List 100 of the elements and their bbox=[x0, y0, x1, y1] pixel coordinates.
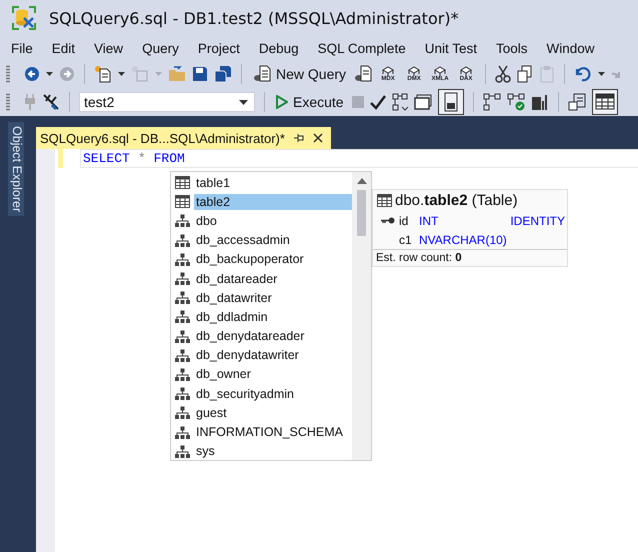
plug-icon bbox=[24, 93, 36, 111]
hierarchy-icon bbox=[175, 406, 190, 420]
completion-item[interactable]: INFORMATION_SCHEMA bbox=[194, 424, 352, 440]
window-title: SQLQuery6.sql - DB1.test2 (MSSQL\Administrator)* bbox=[49, 8, 459, 28]
app-logo-icon bbox=[11, 5, 37, 31]
hierarchy-icon bbox=[175, 426, 190, 439]
caret-icon bbox=[239, 100, 248, 104]
menu-item[interactable]: Edit bbox=[52, 40, 76, 56]
plan-diagram-icon[interactable] bbox=[392, 93, 408, 111]
menu-item[interactable]: Project bbox=[198, 40, 240, 56]
code-token: * bbox=[138, 151, 146, 166]
table-icon bbox=[175, 176, 190, 190]
menu-item[interactable]: View bbox=[94, 40, 124, 56]
completion-item[interactable]: sys bbox=[194, 443, 352, 460]
column-name: id bbox=[399, 214, 410, 228]
completion-item[interactable]: table2 bbox=[194, 194, 352, 210]
plan-check-icon[interactable] bbox=[506, 93, 525, 111]
window-icon[interactable] bbox=[414, 94, 432, 110]
caret-icon[interactable] bbox=[118, 72, 125, 76]
completion-item[interactable]: db_owner bbox=[194, 366, 352, 382]
cube-icon bbox=[381, 66, 396, 76]
hierarchy-icon bbox=[175, 234, 190, 247]
add-item-icon bbox=[131, 65, 149, 83]
column-name: c1 bbox=[399, 232, 413, 246]
hierarchy-icon bbox=[175, 368, 190, 381]
completion-item[interactable]: db_denydatawriter bbox=[194, 347, 352, 364]
completion-item[interactable]: db_ddladmin bbox=[194, 308, 352, 325]
scissors-icon[interactable] bbox=[495, 65, 512, 83]
stop-icon bbox=[352, 96, 364, 108]
cube-icon bbox=[459, 66, 474, 76]
scrollbar[interactable] bbox=[352, 172, 371, 460]
hierarchy-icon bbox=[175, 348, 190, 362]
column-type: INT bbox=[419, 214, 440, 228]
execute-button[interactable]: Execute bbox=[274, 94, 346, 110]
menu-item[interactable]: File bbox=[11, 40, 33, 56]
hierarchy-icon bbox=[175, 330, 190, 343]
scroll-thumb[interactable] bbox=[357, 190, 366, 236]
object-explorer-tab[interactable]: Object Explorer bbox=[8, 122, 24, 216]
new-query-button[interactable]: New Query bbox=[251, 65, 348, 83]
new-query-icon bbox=[253, 65, 271, 83]
close-icon[interactable] bbox=[312, 133, 323, 143]
caret-icon bbox=[155, 72, 162, 76]
menu-item[interactable]: Unit Test bbox=[424, 40, 477, 56]
caret-icon[interactable] bbox=[46, 72, 53, 76]
server-stats-icon[interactable] bbox=[530, 93, 549, 111]
checkmark-icon[interactable] bbox=[370, 94, 386, 110]
calculator-icon[interactable] bbox=[438, 89, 464, 115]
database-query-icon[interactable] bbox=[354, 65, 372, 83]
clipboard-icon bbox=[539, 65, 556, 83]
redo-icon bbox=[611, 70, 620, 78]
table-icon bbox=[377, 194, 392, 207]
hierarchy-icon bbox=[175, 387, 190, 400]
column-attribute: IDENTITY bbox=[510, 214, 566, 228]
code-token: FROM bbox=[154, 151, 185, 166]
completion-item[interactable]: db_denydatareader bbox=[194, 328, 352, 344]
completion-item[interactable]: db_securityadmin bbox=[194, 386, 352, 402]
row-count: Est. row count: 0 bbox=[376, 252, 462, 264]
hierarchy-icon bbox=[175, 214, 190, 228]
completion-item[interactable]: db_accessadmin bbox=[194, 232, 352, 248]
completion-item[interactable]: guest bbox=[194, 404, 352, 421]
pin-icon[interactable] bbox=[292, 133, 305, 143]
tooltip-heading: dbo.table2 (Table) bbox=[395, 192, 518, 209]
document-tab[interactable]: SQLQuery6.sql - DB...SQL\Administrator)* bbox=[36, 127, 331, 149]
folder-icon[interactable] bbox=[168, 66, 186, 82]
hierarchy-icon bbox=[175, 252, 190, 266]
code-line[interactable]: SELECT * FROM bbox=[80, 149, 638, 168]
cube-icon bbox=[407, 66, 422, 76]
menu-item[interactable]: Tools bbox=[496, 40, 528, 56]
menu-item[interactable]: Window bbox=[546, 40, 595, 56]
database-dropdown[interactable]: test2 bbox=[79, 92, 255, 112]
completion-item[interactable]: db_backupoperator bbox=[194, 251, 352, 268]
results-grid-icon[interactable] bbox=[592, 89, 618, 115]
save-icon[interactable] bbox=[192, 66, 208, 82]
scroll-up-icon[interactable] bbox=[356, 178, 366, 184]
column-type: NVARCHAR(10) bbox=[419, 232, 508, 246]
menu-item[interactable]: Debug bbox=[258, 40, 299, 56]
completion-item[interactable]: db_datareader bbox=[194, 270, 352, 287]
results-text-icon[interactable] bbox=[568, 93, 586, 111]
menu-item[interactable]: Query bbox=[142, 40, 179, 56]
change-marker bbox=[58, 149, 63, 168]
undo-icon[interactable] bbox=[574, 66, 592, 82]
hierarchy-icon bbox=[175, 291, 190, 304]
hierarchy-icon bbox=[175, 444, 190, 458]
menu-item[interactable]: SQL Complete bbox=[318, 40, 406, 56]
connect-icon[interactable] bbox=[42, 93, 60, 111]
copy-icon[interactable] bbox=[517, 65, 534, 83]
completion-item[interactable]: db_datawriter bbox=[194, 290, 352, 306]
hierarchy-icon bbox=[175, 310, 190, 324]
completion-item[interactable]: table1 bbox=[194, 174, 352, 191]
hierarchy-icon bbox=[175, 272, 190, 286]
completion-item[interactable]: dbo bbox=[194, 212, 352, 229]
code-token: SELECT bbox=[83, 151, 130, 166]
new-file-icon[interactable] bbox=[94, 65, 112, 83]
caret-icon[interactable] bbox=[598, 72, 606, 76]
table-icon bbox=[175, 195, 190, 208]
save-all-icon[interactable] bbox=[214, 65, 232, 83]
tab-title: SQLQuery6.sql - DB...SQL\Administrator)* bbox=[40, 130, 285, 146]
plan-diagram-icon[interactable] bbox=[482, 93, 501, 111]
play-icon bbox=[276, 95, 288, 109]
cube-icon bbox=[433, 66, 448, 76]
